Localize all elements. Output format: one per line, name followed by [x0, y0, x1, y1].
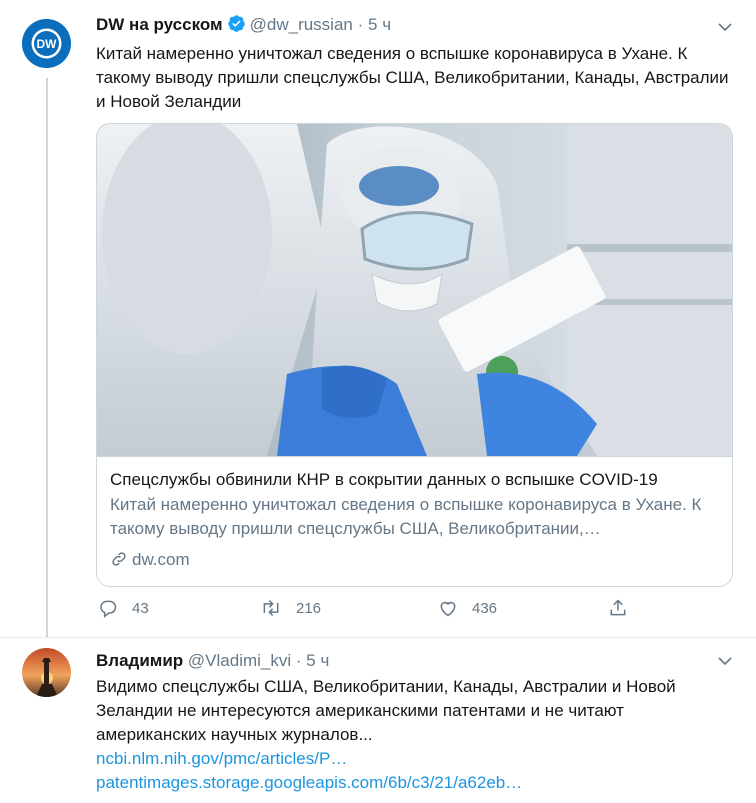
- author-name[interactable]: DW на русском: [96, 15, 223, 34]
- link-patentimages[interactable]: patentimages.storage.googleapis.com/6b/c…: [96, 771, 736, 795]
- card-domain: dw.com: [110, 549, 190, 571]
- link-ncbi[interactable]: ncbi.nlm.nih.gov/pmc/articles/P…: [96, 747, 736, 771]
- card-title: Спецслужбы обвинили КНР в сокрытии данны…: [110, 470, 658, 489]
- tweet-header: Владимир @Vladimi_kvi · 5 ч: [96, 650, 329, 672]
- tweet-actions: 43 216 436: [96, 598, 636, 622]
- separator-dot: ·: [295, 651, 302, 670]
- verified-icon: [227, 15, 245, 32]
- tweet-text: Китай намеренно уничтожал сведения о всп…: [96, 44, 729, 111]
- timestamp[interactable]: 5 ч: [306, 651, 329, 670]
- dw-logo-icon: DW: [22, 19, 71, 68]
- avatar-text: DW: [37, 37, 58, 51]
- link-icon: [112, 552, 126, 566]
- timestamp[interactable]: 5 ч: [368, 15, 391, 34]
- reply-count: 43: [132, 599, 149, 617]
- chevron-down-icon[interactable]: [716, 652, 734, 670]
- card-description: Китай намеренно уничтожал сведения о всп…: [110, 495, 702, 538]
- avatar[interactable]: DW: [22, 19, 71, 68]
- chevron-down-icon[interactable]: [716, 18, 734, 36]
- like-count: 436: [472, 599, 498, 617]
- author-handle[interactable]: @Vladimi_kvi: [188, 651, 291, 670]
- author-name[interactable]: Владимир: [96, 651, 183, 670]
- author-handle[interactable]: @dw_russian: [250, 15, 353, 34]
- like-icon: [440, 601, 456, 617]
- tweet-header: DW на русском @dw_russian · 5 ч: [96, 14, 391, 36]
- tweet-body: Видимо спецслужбы США, Великобритании, К…: [96, 677, 676, 744]
- retweet-button[interactable]: 216: [260, 598, 321, 618]
- separator-dot: ·: [357, 15, 364, 34]
- sunset-avatar-icon: [22, 648, 71, 697]
- lab-photo-icon: [97, 124, 732, 456]
- share-button[interactable]: [608, 598, 642, 618]
- reply-button[interactable]: 43: [98, 598, 149, 618]
- share-icon: [610, 599, 626, 616]
- card-domain-text: dw.com: [132, 550, 190, 569]
- like-button[interactable]: 436: [438, 598, 497, 618]
- card-body: Спецслужбы обвинили КНР в сокрытии данны…: [97, 456, 732, 586]
- card-image: [97, 124, 732, 456]
- tweet-dw[interactable]: DW DW на русском @dw_russian · 5 ч Китай …: [0, 0, 756, 637]
- reply-icon: [100, 600, 117, 618]
- retweet-icon: [263, 599, 279, 617]
- tweet-text: Видимо спецслужбы США, Великобритании, К…: [96, 675, 736, 795]
- retweet-count: 216: [296, 599, 322, 617]
- link-card[interactable]: Спецслужбы обвинили КНР в сокрытии данны…: [96, 123, 733, 587]
- avatar[interactable]: [22, 648, 71, 697]
- tweet-reply[interactable]: Владимир @Vladimi_kvi · 5 ч Видимо спецс…: [0, 638, 756, 803]
